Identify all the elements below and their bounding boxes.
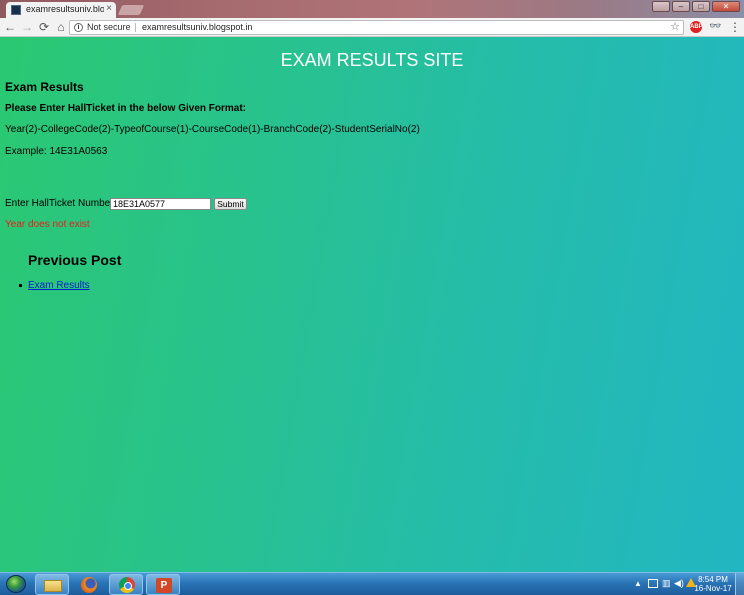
hallticket-input[interactable] — [110, 198, 211, 210]
incognito-glasses-icon[interactable]: 👓 — [709, 22, 721, 32]
tab-title: examresultsuniv.blogspot — [26, 4, 104, 14]
taskbar: P ▲ ▥ ◀) 8:54 PM 16-Nov-17 — [0, 572, 744, 595]
firefox-icon — [81, 577, 97, 593]
adblock-extension-icon[interactable]: ABP — [690, 21, 703, 33]
taskbar-firefox-button[interactable] — [72, 574, 106, 595]
chrome-center-icon — [124, 582, 132, 590]
home-icon[interactable]: ⌂ — [54, 20, 68, 34]
browser-toolbar: ← → ⟳ ⌂ i Not secure examresultsuniv.blo… — [0, 18, 744, 37]
tray-chevron-icon[interactable]: ▲ — [634, 579, 642, 588]
forward-arrow-icon[interactable]: → — [20, 20, 34, 34]
list-item: Exam Results — [19, 280, 90, 291]
address-separator — [135, 23, 136, 32]
format-pattern: Year(2)-CollegeCode(2)-TypeofCourse(1)-C… — [5, 124, 420, 135]
powerpoint-icon: P — [156, 578, 172, 593]
show-desktop-button[interactable] — [735, 573, 744, 595]
windows-logo-icon — [6, 575, 26, 593]
reload-icon[interactable]: ⟳ — [37, 20, 51, 34]
new-tab-button[interactable] — [117, 5, 145, 15]
url-text[interactable]: examresultsuniv.blogspot.in — [142, 21, 252, 34]
clock-time: 8:54 PM — [698, 575, 728, 584]
address-bar[interactable]: i Not secure examresultsuniv.blogspot.in… — [69, 20, 684, 35]
browser-menu-icon[interactable]: ⋮ — [729, 20, 741, 34]
close-window-button[interactable]: ✕ — [712, 1, 740, 12]
browser-tab[interactable]: examresultsuniv.blogspot × — [6, 2, 116, 18]
maximize-button[interactable]: □ — [692, 1, 710, 12]
taskbar-explorer-button[interactable] — [35, 574, 69, 595]
bookmark-star-icon[interactable]: ☆ — [670, 21, 680, 34]
taskbar-chrome-button[interactable] — [109, 574, 143, 595]
section-heading: Exam Results — [5, 80, 84, 94]
hallticket-label: Enter HallTicket Number: — [5, 198, 117, 209]
info-icon[interactable]: i — [74, 23, 83, 32]
submit-button[interactable]: Submit — [214, 198, 247, 210]
exam-results-link[interactable]: Exam Results — [28, 280, 90, 291]
page-content: EXAM RESULTS SITE Exam Results Please En… — [0, 37, 744, 572]
security-label: Not secure — [87, 22, 131, 32]
browser-tab-strip: examresultsuniv.blogspot × – □ ✕ — [0, 0, 744, 18]
action-center-flag-icon[interactable] — [648, 579, 658, 588]
clock-date: 16-Nov-17 — [694, 584, 732, 593]
profile-button[interactable] — [652, 1, 670, 12]
previous-post-heading: Previous Post — [28, 252, 122, 268]
example-text: Example: 14E31A0563 — [5, 146, 108, 157]
folder-icon — [44, 580, 62, 592]
network-icon[interactable]: ▥ — [662, 578, 672, 589]
error-message: Year does not exist — [5, 219, 90, 230]
site-title: EXAM RESULTS SITE — [280, 50, 464, 70]
format-prompt: Please Enter HallTicket in the below Giv… — [5, 103, 246, 114]
tab-close-icon[interactable]: × — [106, 3, 112, 14]
volume-icon[interactable]: ◀) — [674, 578, 684, 589]
back-arrow-icon[interactable]: ← — [3, 20, 17, 34]
previous-post-list: Exam Results — [19, 280, 90, 291]
taskbar-clock[interactable]: 8:54 PM 16-Nov-17 — [694, 575, 732, 593]
taskbar-powerpoint-button[interactable]: P — [146, 574, 180, 595]
minimize-button[interactable]: – — [672, 1, 690, 12]
start-button[interactable] — [2, 573, 30, 595]
site-favicon-icon — [11, 5, 21, 15]
